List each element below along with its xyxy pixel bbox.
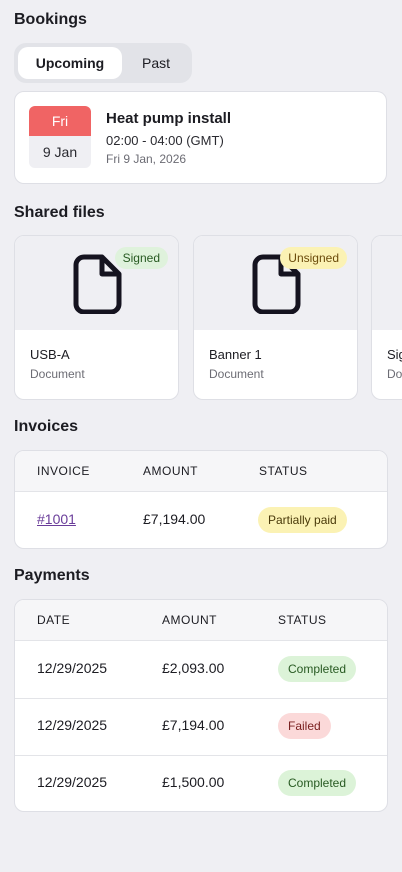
table-row: #1001 £7,194.00 Partially paid: [15, 492, 387, 548]
header-status: STATUS: [259, 464, 308, 478]
calendar-day: Fri: [29, 106, 91, 136]
payment-amount: £1,500.00: [162, 774, 225, 790]
file-name: USB-A: [30, 347, 70, 362]
table-header: INVOICE AMOUNT STATUS: [15, 451, 387, 492]
invoice-amount: £7,194.00: [143, 511, 206, 527]
invoice-link[interactable]: #1001: [37, 511, 76, 527]
payment-date: 12/29/2025: [37, 774, 108, 790]
payment-amount: £7,194.00: [162, 717, 225, 733]
file-preview: Unsigned: [194, 236, 357, 330]
table-row: 12/29/2025 £7,194.00 Failed: [15, 698, 387, 756]
unsigned-badge: Unsigned: [280, 247, 347, 269]
booking-time: 02:00 - 04:00 (GMT): [106, 133, 224, 148]
shared-files-title: Shared files: [14, 204, 105, 221]
file-type: Do: [387, 367, 402, 381]
status-badge: Completed: [278, 656, 357, 682]
invoices-table: INVOICE AMOUNT STATUS #1001 £7,194.00 Pa…: [14, 450, 388, 549]
invoices-title: Invoices: [14, 418, 79, 435]
booking-title: Heat pump install: [106, 110, 232, 127]
calendar-date: 9 Jan: [42, 144, 78, 160]
table-row: 12/29/2025 £1,500.00 Completed: [15, 755, 387, 811]
file-card-partial[interactable]: Sig Do: [371, 235, 402, 400]
status-badge: Completed: [278, 770, 357, 796]
calendar-badge: Fri 9 Jan: [29, 106, 91, 168]
booking-date: Fri 9 Jan, 2026: [106, 152, 187, 166]
header-amount: AMOUNT: [162, 613, 217, 627]
payment-amount: £2,093.00: [162, 660, 225, 676]
document-icon: [73, 254, 122, 314]
file-card[interactable]: Unsigned Banner 1 Document: [193, 235, 358, 400]
file-card[interactable]: Signed USB-A Document: [14, 235, 179, 400]
bookings-tabs: Upcoming Past: [14, 43, 192, 83]
table-row: 12/29/2025 £2,093.00 Completed: [15, 641, 387, 699]
file-preview: Signed: [15, 236, 178, 330]
signed-badge: Signed: [114, 247, 168, 269]
file-type: Document: [209, 367, 264, 381]
header-amount: AMOUNT: [143, 464, 198, 478]
booking-card[interactable]: Fri 9 Jan Heat pump install 02:00 - 04:0…: [14, 91, 387, 184]
bookings-title: Bookings: [14, 11, 87, 28]
file-preview: [372, 236, 402, 330]
file-name: Banner 1: [209, 347, 262, 362]
header-date: DATE: [37, 613, 71, 627]
header-invoice: INVOICE: [37, 464, 90, 478]
header-status: STATUS: [278, 613, 327, 627]
payment-date: 12/29/2025: [37, 660, 108, 676]
payments-title: Payments: [14, 567, 90, 584]
status-badge: Failed: [278, 713, 331, 739]
table-header: DATE AMOUNT STATUS: [15, 600, 387, 641]
tab-upcoming[interactable]: Upcoming: [18, 47, 122, 79]
tab-past[interactable]: Past: [124, 47, 188, 79]
payments-table: DATE AMOUNT STATUS 12/29/2025 £2,093.00 …: [14, 599, 388, 812]
status-badge: Partially paid: [258, 507, 347, 533]
file-name: Sig: [387, 347, 402, 362]
file-type: Document: [30, 367, 85, 381]
payment-date: 12/29/2025: [37, 717, 108, 733]
